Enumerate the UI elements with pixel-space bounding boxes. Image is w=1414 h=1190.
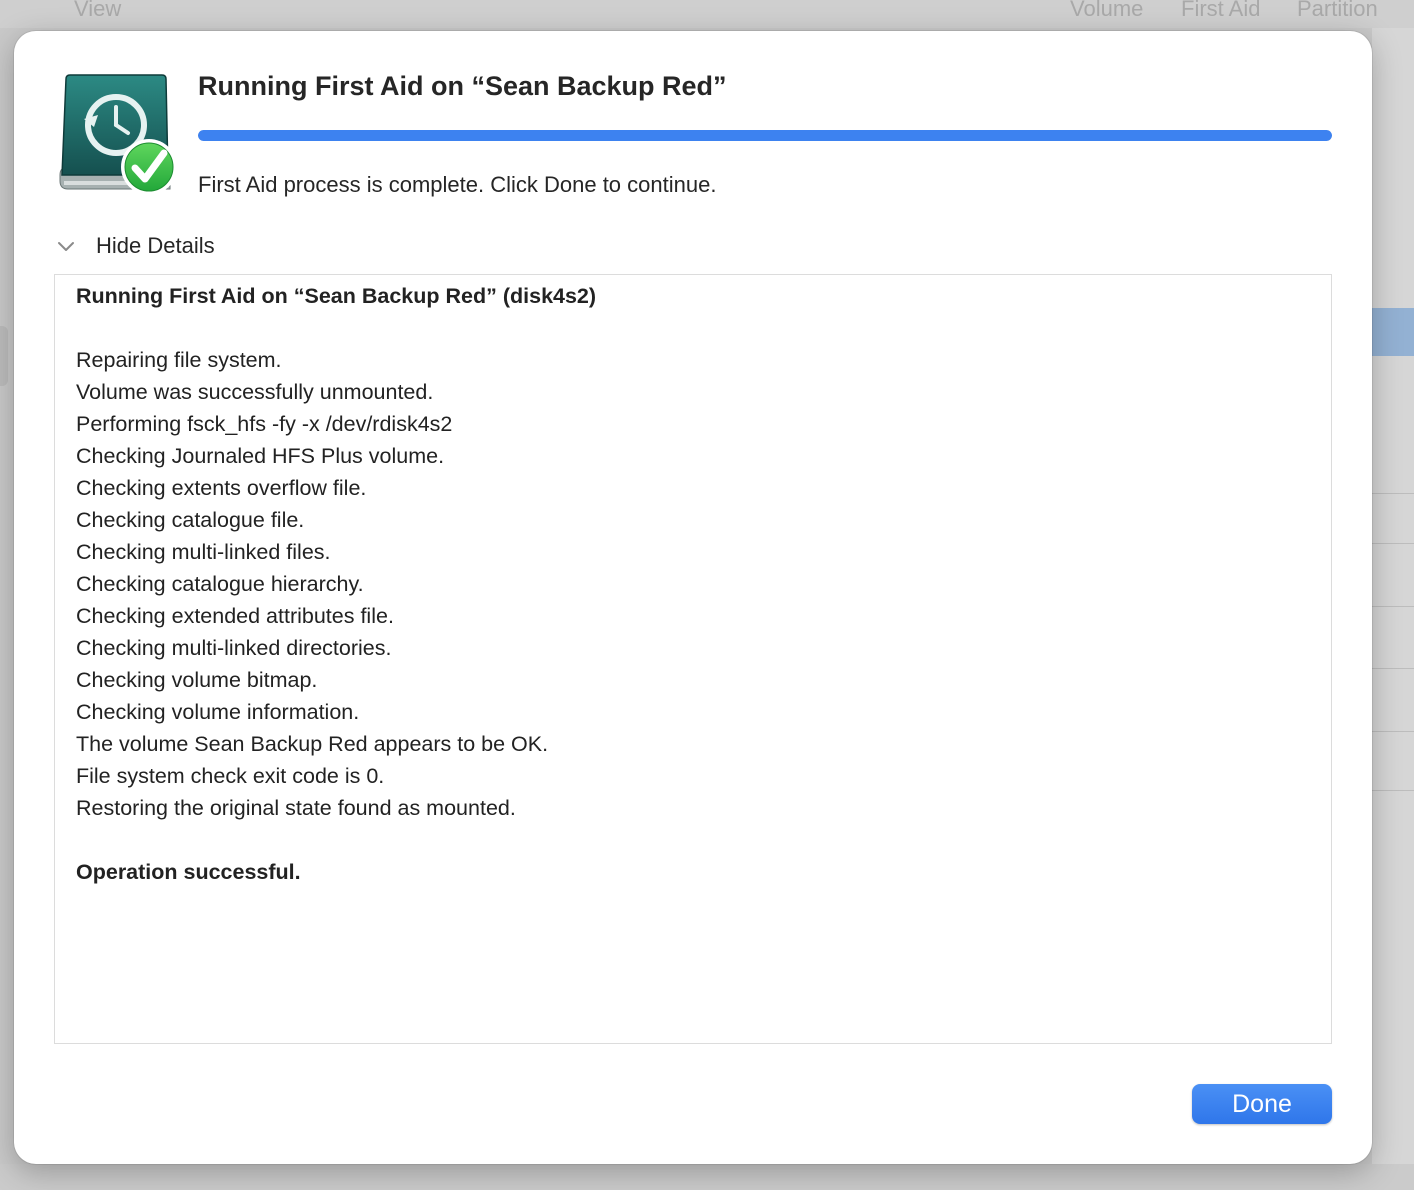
background-content-pane [1372,28,1414,1190]
background-row-divider [1372,493,1414,494]
log-line: Checking catalogue file. [76,508,305,532]
log-line: Checking volume information. [76,700,360,724]
hide-details-label: Hide Details [96,233,215,258]
background-row-divider [1372,543,1414,544]
background-partition-button: Partition [1297,0,1378,21]
log-line: Checking extents overflow file. [76,476,367,500]
background-sidebar-edge [0,326,8,386]
log-line: Checking multi-linked directories. [76,636,392,660]
log-line: Checking volume bitmap. [76,668,318,692]
log-line: Volume was successfully unmounted. [76,380,434,404]
first-aid-dialog: Running First Aid on “Sean Backup Red” F… [14,31,1372,1164]
background-first-aid-button: First Aid [1181,0,1261,21]
background-row-divider [1372,790,1414,791]
done-button[interactable]: Done [1192,1084,1332,1124]
progress-bar [198,130,1332,141]
log-line: The volume Sean Backup Red appears to be… [76,732,549,756]
background-view-menu: View [74,0,122,21]
log-line: Repairing file system. [76,348,282,372]
progress-bar-fill [198,130,1332,141]
background-bottom [0,1164,1414,1190]
log-line: Operation successful. [76,860,301,884]
background-row-divider [1372,731,1414,732]
time-machine-disk-checkmark-icon [58,71,182,199]
chevron-down-icon [58,242,74,251]
background-row-divider [1372,668,1414,669]
background-row-divider [1372,606,1414,607]
dialog-title: Running First Aid on “Sean Backup Red” [198,71,727,101]
background-volume-button: Volume [1070,0,1144,21]
log-line: Checking Journaled HFS Plus volume. [76,444,445,468]
background-toolbar: View Volume First Aid Partition [0,0,1414,28]
log-line: Checking multi-linked files. [76,540,331,564]
log-line: Checking extended attributes file. [76,604,394,628]
log-line: Running First Aid on “Sean Backup Red” (… [76,284,597,308]
background-selected-row [1372,308,1414,356]
log-line: Restoring the original state found as mo… [76,796,516,820]
status-message: First Aid process is complete. Click Don… [198,172,717,197]
details-log[interactable]: Running First Aid on “Sean Backup Red” (… [54,274,1332,1044]
log-line: Checking catalogue hierarchy. [76,572,364,596]
log-line: File system check exit code is 0. [76,764,385,788]
hide-details-toggle[interactable]: Hide Details [54,231,215,261]
log-line: Performing fsck_hfs -fy -x /dev/rdisk4s2 [76,412,453,436]
